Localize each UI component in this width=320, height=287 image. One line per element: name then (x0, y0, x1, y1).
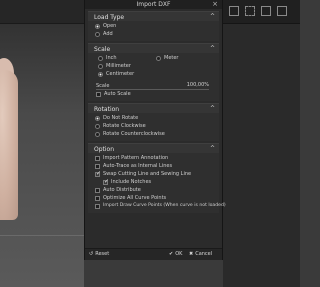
include-notches-checkbox[interactable] (103, 178, 109, 185)
rotation-header[interactable]: Rotation ^ (88, 103, 219, 113)
scale-section: Scale ^ Inch Meter Millimeter Centimeter… (88, 43, 219, 101)
scale-header[interactable]: Scale ^ (88, 43, 219, 53)
scale-underline (96, 89, 209, 90)
cancel-label: Cancel (195, 251, 213, 257)
reset-icon: ↺ (89, 251, 94, 257)
unit-millimeter[interactable]: Millimeter (88, 63, 219, 71)
toolbar-right (223, 0, 300, 24)
rotation-section: Rotation ^ Do Not Rotate Rotate Clockwis… (88, 103, 219, 141)
option-title: Option (94, 146, 115, 153)
optimize-curve-points-checkbox[interactable] (95, 196, 100, 201)
unit-centimeter[interactable]: Centimeter (88, 71, 219, 79)
checkbox-label: Auto Distribute (103, 187, 141, 193)
checkbox-label: Import Draw Curve Points (When curve is … (103, 203, 226, 208)
dialog-footer: ↺ Reset ✔ OK ✖ Cancel (85, 248, 222, 260)
auto-scale-row[interactable]: Auto Scale (88, 91, 219, 99)
radio-inch[interactable] (98, 56, 103, 61)
checkbox-label: Optimize All Curve Points (103, 195, 167, 201)
toolbar-left (0, 0, 84, 24)
checkbox-label: Auto-Trace as Internal Lines (103, 163, 173, 169)
reset-button[interactable]: ↺ Reset (89, 251, 109, 259)
dialog-titlebar[interactable]: Import DXF × (85, 0, 222, 9)
load-type-add[interactable]: Add (88, 31, 219, 39)
radio-open[interactable] (95, 24, 100, 29)
radio-label: Millimeter (106, 63, 131, 69)
avatar-figure[interactable] (0, 70, 18, 220)
reset-label: Reset (95, 251, 110, 257)
checkbox-label: Include Notches (111, 179, 152, 185)
load-type-header[interactable]: Load Type ^ (88, 11, 219, 21)
rotation-clockwise[interactable]: Rotate Clockwise (88, 123, 219, 131)
option-item[interactable]: Include Notches (88, 178, 219, 187)
radio-label: Do Not Rotate (103, 115, 139, 121)
polygon-tool-icon[interactable] (277, 6, 287, 16)
load-type-section: Load Type ^ Open Add (88, 11, 219, 41)
swap-cutting-sewing-checkbox[interactable] (95, 170, 101, 177)
radio-label: Centimeter (106, 71, 135, 77)
scale-value-input[interactable]: 100,00% (187, 82, 209, 88)
unit-row-1: Inch Meter (88, 55, 219, 63)
rotation-counterclockwise[interactable]: Rotate Counterclockwise (88, 131, 219, 139)
import-pattern-annotation-checkbox[interactable] (95, 156, 100, 161)
checkbox-label: Auto Scale (104, 91, 131, 97)
radio-add[interactable] (95, 32, 100, 37)
chevron-up-icon[interactable]: ^ (210, 13, 215, 20)
auto-trace-checkbox[interactable] (95, 164, 100, 169)
ok-button[interactable]: ✔ OK (169, 251, 182, 259)
option-item[interactable]: Auto Distribute (88, 187, 219, 195)
rotation-title: Rotation (94, 106, 120, 113)
radio-label: Rotate Counterclockwise (103, 131, 165, 137)
check-icon: ✔ (169, 251, 174, 257)
radio-label: Inch (106, 55, 117, 61)
auto-distribute-checkbox[interactable] (95, 188, 100, 193)
radio-label: Rotate Clockwise (103, 123, 146, 129)
close-icon[interactable]: × (212, 0, 218, 8)
cancel-icon: ✖ (189, 251, 194, 257)
radio-rotate-counterclockwise[interactable] (95, 132, 100, 137)
dialog-title: Import DXF (136, 1, 171, 8)
option-item[interactable]: Optimize All Curve Points (88, 195, 219, 203)
chevron-up-icon[interactable]: ^ (210, 105, 215, 112)
checkbox-label: Swap Cutting Line and Sewing Line (103, 171, 192, 177)
cancel-button[interactable]: ✖ Cancel (189, 251, 212, 259)
option-section: Option ^ Import Pattern Annotation Auto-… (88, 143, 226, 213)
rotation-none[interactable]: Do Not Rotate (88, 115, 219, 123)
import-dxf-dialog: Import DXF × Load Type ^ Open Add Scale … (84, 0, 226, 260)
option-item[interactable]: Auto-Trace as Internal Lines (88, 163, 219, 171)
chevron-up-icon[interactable]: ^ (210, 45, 215, 52)
viewport-2d[interactable] (223, 0, 300, 287)
load-type-open[interactable]: Open (88, 23, 219, 31)
radio-do-not-rotate[interactable] (95, 116, 100, 121)
radio-millimeter[interactable] (98, 64, 103, 69)
auto-scale-checkbox[interactable] (96, 92, 101, 97)
floor-grid-line (0, 235, 84, 236)
option-item[interactable]: Import Pattern Annotation (88, 155, 219, 163)
edit-point-tool-icon[interactable] (261, 6, 271, 16)
radio-label: Add (103, 31, 113, 37)
radio-label: Meter (164, 55, 179, 61)
checkbox-label: Import Pattern Annotation (103, 155, 169, 161)
scale-title: Scale (94, 46, 111, 53)
radio-centimeter[interactable] (98, 72, 103, 77)
select-tool-icon[interactable] (245, 6, 255, 16)
radio-meter[interactable] (156, 56, 161, 61)
scale-field[interactable]: Scale 100,00% (88, 81, 219, 91)
chevron-up-icon[interactable]: ^ (210, 145, 215, 152)
load-type-title: Load Type (94, 14, 125, 21)
transform-tool-icon[interactable] (229, 6, 239, 16)
import-draw-curve-points-checkbox[interactable] (95, 204, 100, 209)
radio-rotate-clockwise[interactable] (95, 124, 100, 129)
ok-label: OK (175, 251, 183, 257)
option-item[interactable]: Import Draw Curve Points (When curve is … (88, 203, 226, 211)
option-header[interactable]: Option ^ (88, 143, 219, 153)
radio-label: Open (103, 23, 117, 29)
